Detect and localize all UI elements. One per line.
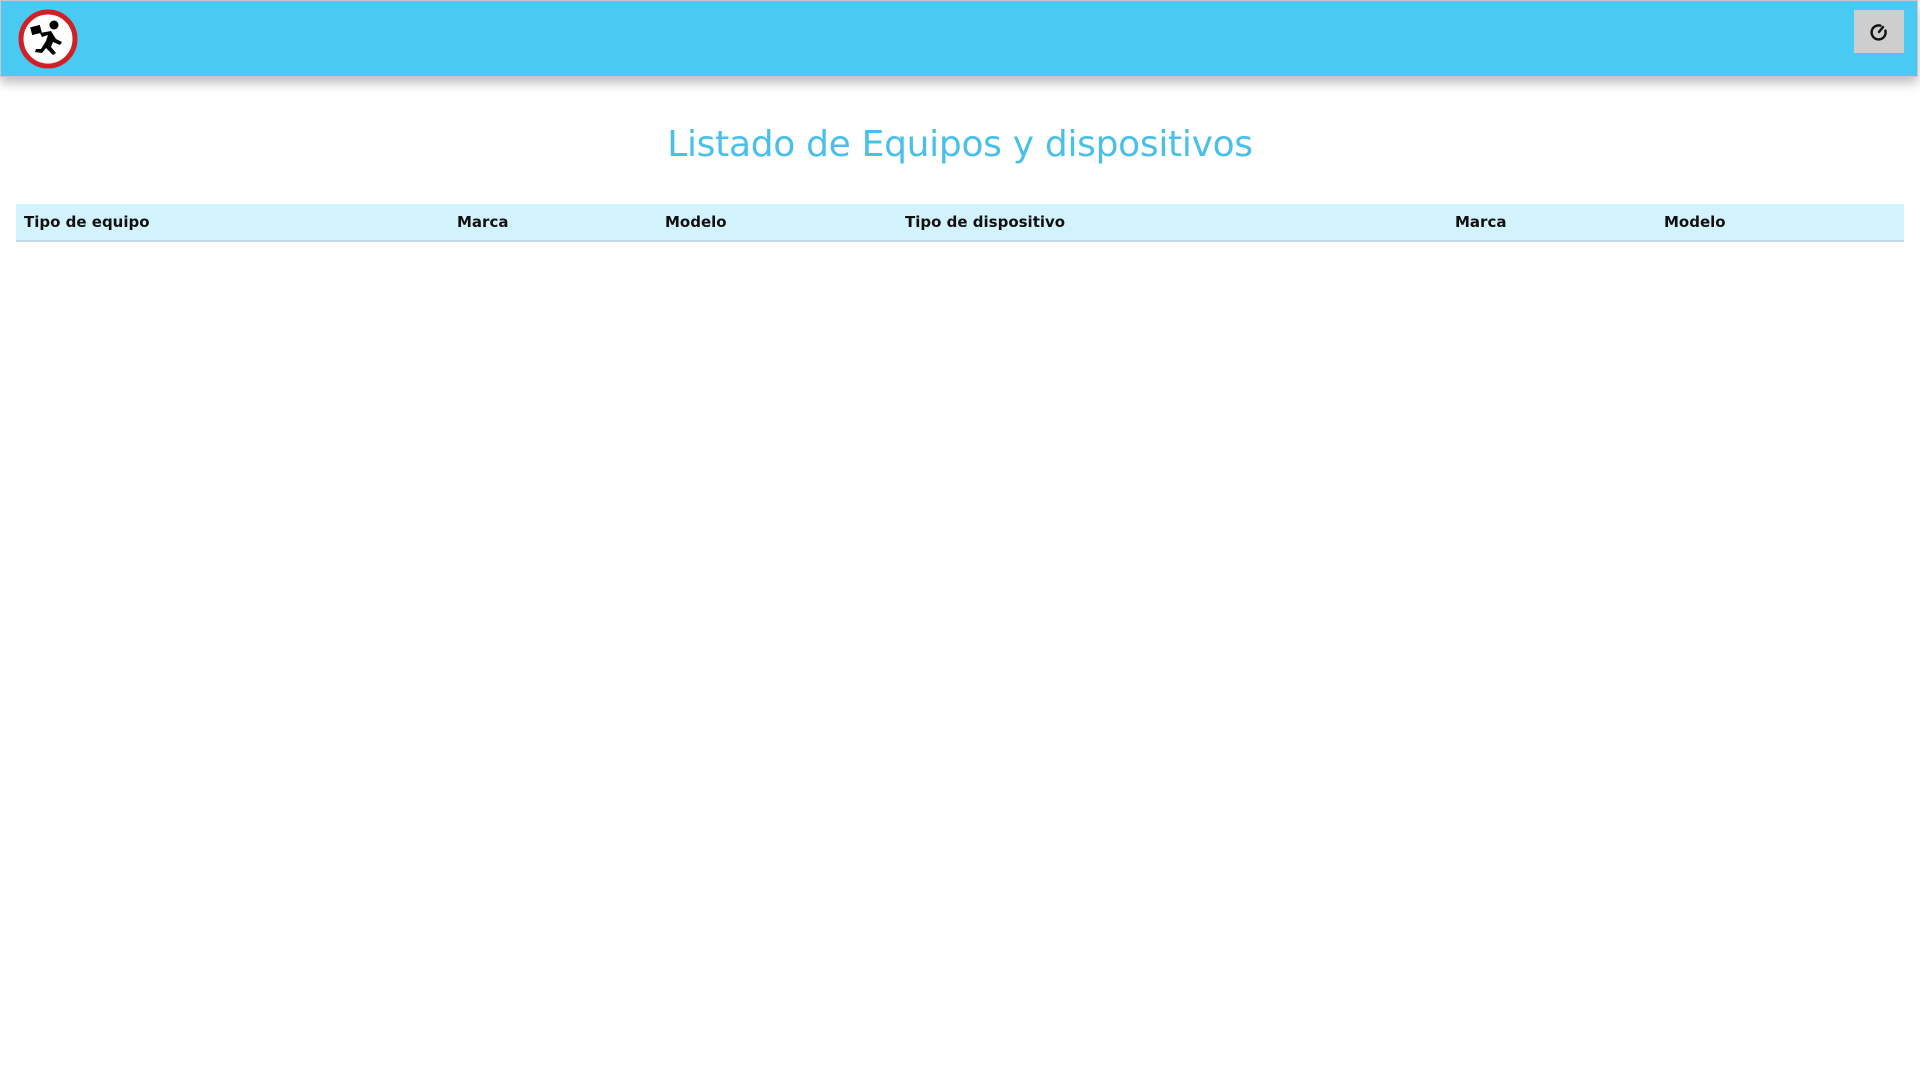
power-icon: [1870, 23, 1887, 41]
column-header-marca-equipo: Marca: [449, 204, 657, 242]
column-header-modelo-equipo: Modelo: [657, 204, 897, 242]
column-header-tipo-equipo: Tipo de equipo: [16, 204, 449, 242]
power-button[interactable]: [1854, 10, 1904, 53]
column-header-modelo-dispositivo: Modelo: [1656, 204, 1904, 242]
page-title: Listado de Equipos y dispositivos: [667, 124, 1253, 165]
equipment-table: Tipo de equipo Marca Modelo Tipo de disp…: [16, 204, 1904, 242]
table-header-row: Tipo de equipo Marca Modelo Tipo de disp…: [16, 204, 1904, 242]
running-man-logo-icon[interactable]: [18, 9, 78, 69]
column-header-tipo-dispositivo: Tipo de dispositivo: [897, 204, 1447, 242]
top-bar: [0, 0, 1918, 77]
column-header-marca-dispositivo: Marca: [1447, 204, 1656, 242]
